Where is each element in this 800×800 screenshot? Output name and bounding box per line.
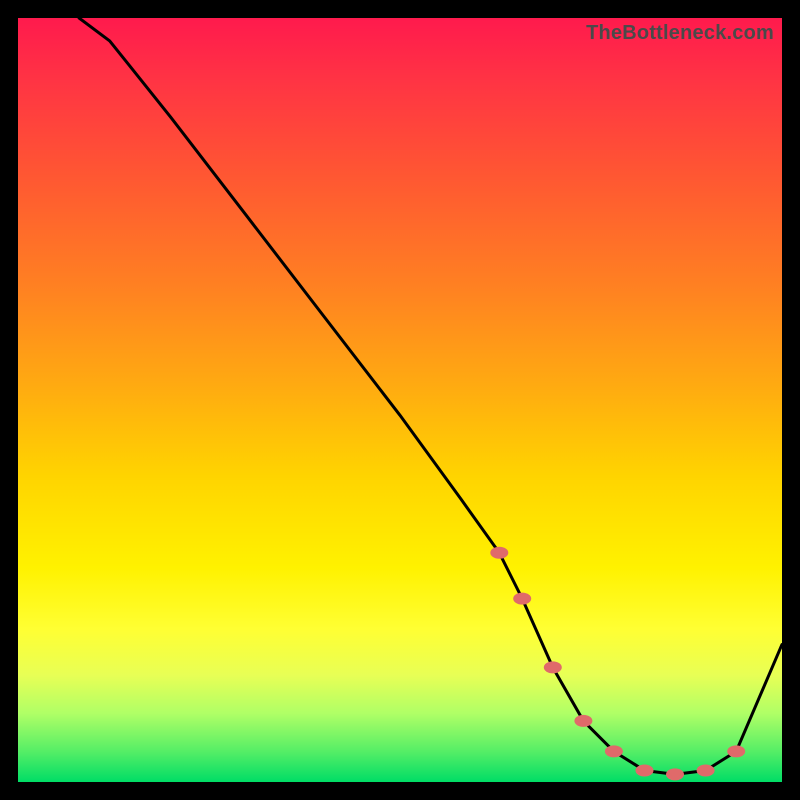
curve-marker (513, 593, 531, 605)
curve-marker (727, 745, 745, 757)
bottleneck-curve (79, 18, 782, 774)
curve-marker (490, 547, 508, 559)
marker-group (490, 547, 745, 781)
curve-marker (666, 768, 684, 780)
chart-svg (18, 18, 782, 782)
plot-area: TheBottleneck.com (18, 18, 782, 782)
curve-marker (574, 715, 592, 727)
curve-marker (605, 745, 623, 757)
chart-frame: TheBottleneck.com (0, 0, 800, 800)
curve-marker (636, 765, 654, 777)
curve-marker (697, 765, 715, 777)
curve-marker (544, 661, 562, 673)
